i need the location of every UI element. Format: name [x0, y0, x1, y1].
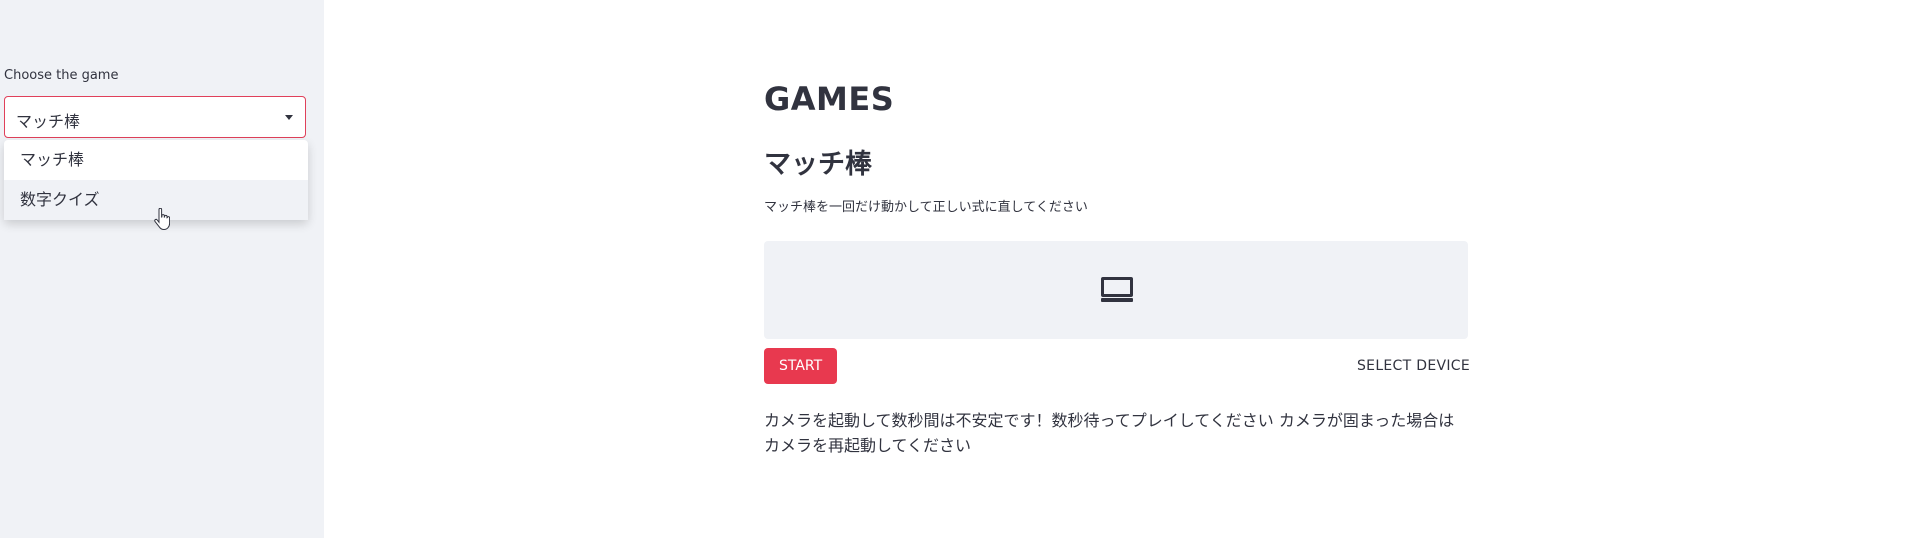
device-icon — [1101, 277, 1133, 302]
game-select-label: Choose the game — [4, 68, 119, 83]
game-title: マッチ棒 — [764, 149, 872, 180]
page-title: GAMES — [764, 80, 895, 118]
camera-note: カメラを起動して数秒間は不安定です！数秒待ってプレイしてください カメラが固まっ… — [764, 411, 1455, 455]
game-select-value: マッチ棒 — [16, 112, 81, 131]
game-instructions: マッチ棒を一回だけ動かして正しい式に直してください — [764, 200, 1088, 215]
sidebar: Choose the game マッチ棒 マッチ棒 数字クイズ — [0, 0, 324, 538]
game-select[interactable]: マッチ棒 — [4, 96, 306, 138]
start-button[interactable]: START — [764, 348, 838, 384]
app: Choose the game マッチ棒 マッチ棒 数字クイズ GAMES マッ… — [0, 0, 1908, 538]
select-device-button[interactable]: SELECT DEVICE — [1357, 348, 1470, 384]
option-matchstick[interactable]: マッチ棒 — [4, 140, 308, 180]
chevron-down-icon — [285, 115, 293, 120]
main-content: GAMES マッチ棒 マッチ棒を一回だけ動かして正しい式に直してください STA… — [764, 0, 1470, 538]
camera-preview — [764, 241, 1468, 339]
pointer-cursor-icon — [154, 208, 170, 230]
